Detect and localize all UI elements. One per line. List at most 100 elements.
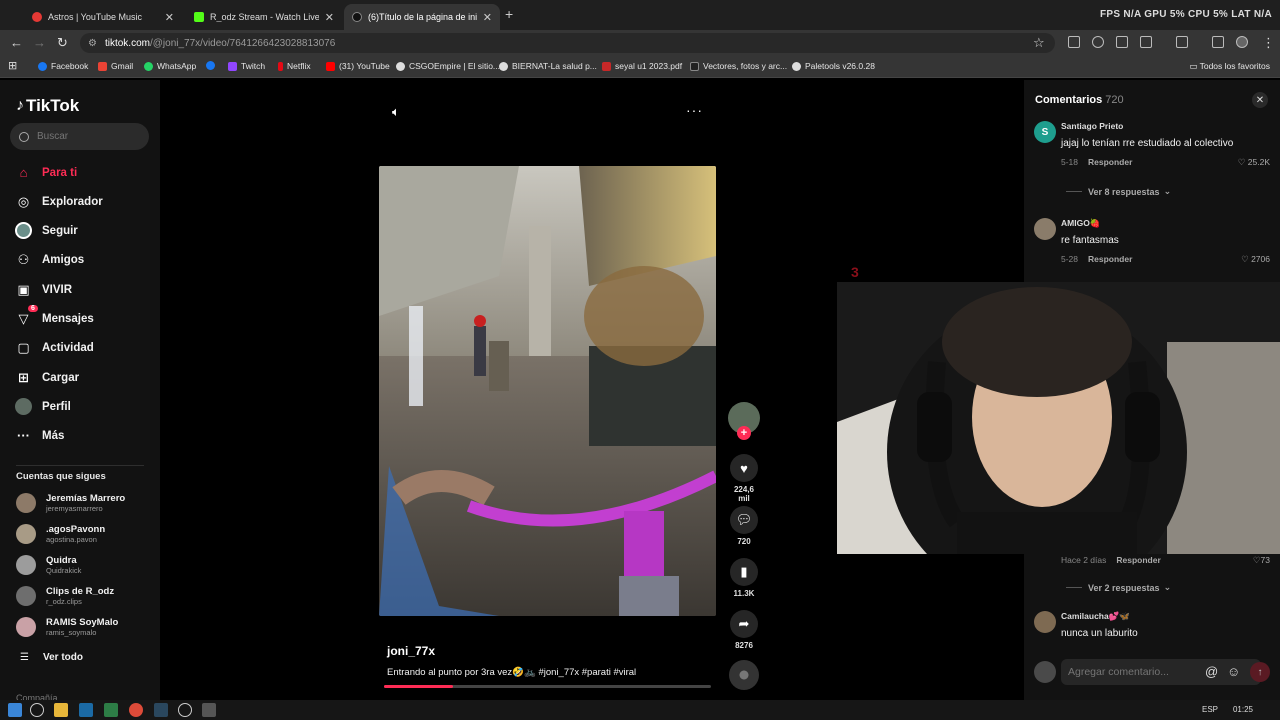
extension-icon[interactable] [1176, 36, 1188, 48]
avatar[interactable]: S [1034, 121, 1056, 143]
search-icon[interactable] [30, 703, 44, 717]
following-account[interactable]: RAMIS SoyMalo ramis_soymalo [16, 617, 118, 637]
all-favorites-folder[interactable]: ▭ Todos los favoritos [1189, 61, 1270, 72]
profile-avatar-icon[interactable] [1236, 36, 1248, 48]
mention-icon[interactable]: @ [1205, 664, 1218, 679]
bookmark-twitch[interactable]: Twitch [228, 61, 265, 71]
music-disc-icon[interactable] [729, 660, 759, 690]
tiktok-logo[interactable]: ♪ TikTok [16, 96, 79, 116]
comment-username[interactable]: Camilaucha💕🦋 [1061, 611, 1130, 622]
steam-icon[interactable] [79, 703, 93, 717]
bookmark-facebook-2[interactable] [206, 61, 219, 70]
extension-icon[interactable] [1116, 36, 1128, 48]
site-info-icon[interactable]: ⚙ [88, 38, 97, 49]
comment-like[interactable]: ♡ 25.2K [1238, 157, 1270, 168]
nav-explore[interactable]: ◎ Explorador [15, 193, 103, 210]
search-box[interactable] [10, 123, 149, 150]
bookmark-paletools[interactable]: Paletools v26.0.28 [792, 61, 875, 71]
browser-tab-tiktok[interactable]: (6)Título de la página de inicio ✕ [344, 4, 500, 30]
following-account[interactable]: Clips de R_odz r_odz.clips [16, 586, 114, 606]
app-icon[interactable] [104, 703, 118, 717]
comment-username[interactable]: AMIGO🍓 [1061, 218, 1100, 229]
reply-button[interactable]: Responder [1116, 555, 1160, 565]
comment-input-field[interactable]: @ ☺ [1061, 659, 1261, 685]
nav-for-you[interactable]: ⌂ Para ti [15, 164, 78, 181]
browser-menu-icon[interactable]: ⋮ [1262, 35, 1275, 51]
avatar[interactable] [1034, 611, 1056, 633]
obs-icon[interactable] [178, 703, 192, 717]
see-all-button[interactable]: ☰ Ver todo [20, 652, 83, 663]
back-icon[interactable]: ← [10, 35, 23, 50]
extensions-puzzle-icon[interactable] [1140, 36, 1152, 48]
more-options-icon[interactable]: ··· [686, 102, 703, 118]
share-action[interactable]: ➦ 8276 [728, 610, 760, 650]
bookmark-vectores[interactable]: Vectores, fotos y arc... [690, 61, 787, 71]
video-creator-username[interactable]: joni_77x [387, 644, 435, 658]
file-explorer-icon[interactable] [54, 703, 68, 717]
volume-icon[interactable]: 🔈︎ [392, 104, 400, 120]
forward-icon[interactable]: → [33, 35, 46, 50]
comment-like[interactable]: ♡ 2706 [1241, 254, 1270, 265]
close-tab-icon[interactable]: ✕ [319, 11, 334, 24]
comment-action[interactable]: 💬︎ 720 [728, 506, 760, 546]
search-input[interactable] [37, 131, 137, 142]
extension-icon[interactable] [1092, 36, 1104, 48]
close-tab-icon[interactable]: ✕ [477, 11, 492, 24]
extension-icon[interactable] [1068, 36, 1080, 48]
steam-icon[interactable] [154, 703, 168, 717]
heart-icon[interactable]: ♥ [730, 454, 758, 482]
nav-friends[interactable]: ⚇ Amigos [15, 251, 85, 268]
comment-username[interactable]: Santiago Prieto [1061, 121, 1123, 131]
share-icon[interactable]: ➦ [730, 610, 758, 638]
video-player[interactable] [379, 166, 716, 616]
emoji-icon[interactable]: ☺ [1227, 664, 1240, 679]
nav-live[interactable]: ▣ VIVIR [15, 281, 72, 298]
taskbar-clock[interactable]: 01:25 [1233, 705, 1253, 714]
bookmark-csgoempire[interactable]: CSGOEmpire | El sitio... [396, 61, 500, 71]
following-account[interactable]: Quidra Quidrakick [16, 555, 81, 575]
comment-icon[interactable]: 💬︎ [730, 506, 758, 534]
send-comment-icon[interactable]: ↑ [1250, 662, 1270, 682]
following-account[interactable]: .agosPavonn agostina.pavon [16, 524, 105, 544]
nav-messages[interactable]: ▽ 6 Mensajes [15, 305, 94, 327]
comment-like[interactable]: ♡73 [1253, 555, 1270, 566]
address-bar[interactable]: ⚙ tiktok.com/@joni_77x/video/76412664230… [80, 33, 1055, 53]
bookmark-pdf[interactable]: seyal u1 2023.pdf [602, 61, 682, 71]
tab-search-icon[interactable] [1212, 36, 1224, 48]
bookmark-biernat[interactable]: BIERNAT-La salud p... [499, 61, 597, 71]
browser-tab-youtube-music[interactable]: Astros | YouTube Music ✕ [24, 4, 182, 30]
bookmark-icon[interactable]: ▮ [730, 558, 758, 586]
bookmark-facebook[interactable]: Facebook [38, 61, 88, 71]
reload-icon[interactable]: ↻ [57, 35, 68, 51]
video-progress-bar[interactable] [384, 685, 711, 688]
new-tab-icon[interactable]: + [505, 6, 513, 22]
follow-plus-button[interactable]: + [737, 426, 751, 440]
chrome-icon[interactable] [129, 703, 143, 717]
reply-button[interactable]: Responder [1088, 157, 1132, 167]
nav-more[interactable]: ··· Más [15, 427, 64, 444]
bookmark-star-icon[interactable]: ☆ [1033, 35, 1045, 51]
bookmark-gmail[interactable]: Gmail [98, 61, 133, 71]
close-tab-icon[interactable]: ✕ [159, 11, 174, 24]
following-account[interactable]: Jeremías Marrero jeremyasmarrero [16, 493, 125, 513]
system-tray-language[interactable]: ESP [1202, 705, 1218, 714]
reply-button[interactable]: Responder [1088, 254, 1132, 264]
view-replies-button[interactable]: Ver 8 respuestas ⌄ [1066, 186, 1171, 197]
apps-grid-icon[interactable]: ⊞ [8, 59, 17, 72]
app-icon[interactable] [202, 703, 216, 717]
nav-following[interactable]: Seguir [15, 222, 78, 239]
nav-activity[interactable]: ▢ Actividad [15, 339, 93, 356]
save-action[interactable]: ▮ 11.3K [728, 558, 760, 598]
view-replies-button[interactable]: Ver 2 respuestas ⌄ [1066, 582, 1171, 593]
comment-input[interactable] [1068, 666, 1188, 678]
bookmark-youtube[interactable]: (31) YouTube [326, 61, 390, 71]
nav-upload[interactable]: ⊞ Cargar [15, 369, 79, 386]
close-comments-icon[interactable]: ✕ [1252, 92, 1268, 108]
bookmark-netflix[interactable]: Netflix [278, 61, 311, 71]
avatar[interactable] [1034, 218, 1056, 240]
nav-profile[interactable]: Perfil [15, 398, 71, 415]
bookmark-whatsapp[interactable]: WhatsApp [144, 61, 196, 71]
browser-tab-kick[interactable]: R_odz Stream - Watch Live on K ✕ [186, 4, 342, 30]
windows-start-icon[interactable] [8, 703, 22, 717]
like-action[interactable]: ♥ 224,6 mil [728, 454, 760, 503]
